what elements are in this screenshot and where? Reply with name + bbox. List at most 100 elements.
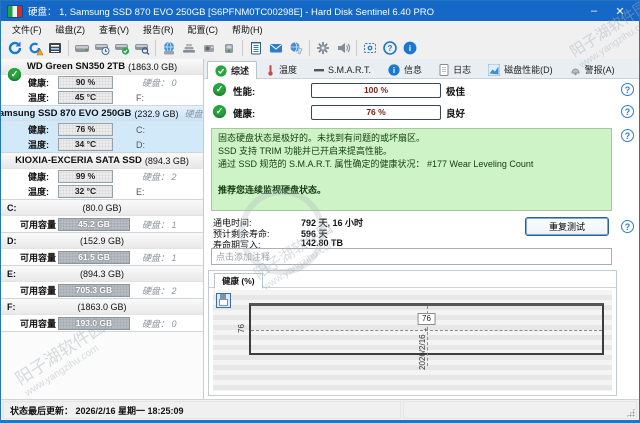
temp-label: 温度: xyxy=(28,185,49,198)
disk-name: KIOXIA-EXCERIA SATA SSD xyxy=(15,155,142,166)
health-bar: 76 % xyxy=(311,105,441,120)
capacity-bar: 705.3 GB xyxy=(58,284,130,297)
minimize-button[interactable]: – xyxy=(581,5,607,17)
settings-icon[interactable] xyxy=(313,39,333,57)
partition-item-e[interactable]: E:(894.3 GB) 可用容量 705.3 GB 硬盘： 2 xyxy=(1,266,203,299)
chart-tab-line xyxy=(209,287,616,288)
drive-letter: C: xyxy=(136,125,145,135)
disk-header: Samsung SSD 870 EVO 250GB (232.9 GB) 硬盘： xyxy=(1,106,203,122)
refresh-icon[interactable] xyxy=(5,39,25,57)
comment-input[interactable]: 点击添加注释 xyxy=(211,248,612,265)
menu-help[interactable]: 帮助(H) xyxy=(225,23,270,36)
drive-icon[interactable] xyxy=(72,39,92,57)
tab-strip: 综述 温度 S.M.A.R.T. i信息 日志 磁盘性能(D) 警报(A) xyxy=(204,59,639,79)
screenshot-icon[interactable] xyxy=(360,39,380,57)
thermometer-icon xyxy=(266,64,275,76)
health-rating: 良好 xyxy=(446,106,465,120)
toolbar-separator xyxy=(155,40,156,56)
drive-letter: F: xyxy=(136,93,144,103)
temp-bar: 34 °C xyxy=(58,138,113,151)
performance-rating: 极佳 xyxy=(446,84,465,98)
partition-item-c[interactable]: C:(80.0 GB) 可用容量 45.2 GB 硬盘： 1 xyxy=(1,200,203,233)
free-space-label: 可用容量 xyxy=(20,251,56,264)
disk-stack-icon[interactable] xyxy=(179,39,199,57)
resize-grip[interactable] xyxy=(626,408,635,417)
capacity-bar: 61.5 GB xyxy=(58,251,130,264)
menu-config[interactable]: 配置(C) xyxy=(181,23,226,36)
disk-surface-icon[interactable] xyxy=(45,39,65,57)
partition-size: (894.3 GB) xyxy=(1,269,203,279)
help-performance-icon[interactable]: ? xyxy=(621,83,634,96)
disk-name: WD Green SN350 2TB xyxy=(27,61,125,72)
drive-clock-icon[interactable] xyxy=(92,39,112,57)
chart-tab-health[interactable]: 健康 (%) xyxy=(214,273,263,289)
tab-overview[interactable]: 综述 xyxy=(207,61,257,79)
drive-search-icon[interactable] xyxy=(132,39,152,57)
help-icon[interactable]: ? xyxy=(380,39,400,57)
help-retest-icon[interactable]: ? xyxy=(621,220,634,233)
drive-letter: D: xyxy=(136,140,145,150)
save-chart-icon[interactable] xyxy=(216,293,231,308)
chart-icon xyxy=(488,64,500,76)
hardware-device-icon[interactable] xyxy=(199,39,219,57)
stat-value: 142.80 TB xyxy=(301,238,343,248)
sounds-icon[interactable] xyxy=(333,39,353,57)
toolbar-separator xyxy=(242,40,243,56)
performance-bar: 100 % xyxy=(311,83,441,98)
performance-label: 性能: xyxy=(233,84,255,98)
tab-temperature[interactable]: 温度 xyxy=(258,60,305,78)
status-line: 通过 SSD 规范的 S.M.A.R.T. 属性确定的健康状况： #177 We… xyxy=(218,158,605,171)
refresh-warning-icon[interactable] xyxy=(25,39,45,57)
disk-item-wd[interactable]: WD Green SN350 2TB (1863.0 GB) ✓ 健康: 90 … xyxy=(1,59,203,106)
document-icon xyxy=(439,64,449,76)
toolbar-separator xyxy=(68,40,69,56)
check-icon xyxy=(215,65,227,77)
tab-smart[interactable]: S.M.A.R.T. xyxy=(306,60,379,78)
network-status-icon[interactable] xyxy=(286,39,306,57)
help-health-icon[interactable]: ? xyxy=(621,105,634,118)
menu-disk[interactable]: 磁盘(Z) xyxy=(49,23,93,36)
health-label: 健康: xyxy=(28,170,49,183)
disk-number: 硬盘： 0 xyxy=(142,76,177,89)
tab-log[interactable]: 日志 xyxy=(431,60,479,78)
email-icon[interactable] xyxy=(266,39,286,57)
disk-number: 硬盘： 2 xyxy=(142,284,177,297)
menu-view[interactable]: 查看(V) xyxy=(92,23,136,36)
title-bar: 硬盘： 1, Samsung SSD 870 EVO 250GB [S6PFNM… xyxy=(1,1,639,21)
usb-device-icon[interactable] xyxy=(219,39,239,57)
close-button[interactable]: ✕ xyxy=(607,5,633,18)
tab-information[interactable]: i信息 xyxy=(380,60,430,78)
help-status-icon[interactable]: ? xyxy=(621,129,634,142)
health-bar: 90 % xyxy=(58,76,113,89)
temp-bar: 45 °C xyxy=(58,91,113,104)
health-bar: 76 % xyxy=(58,123,113,136)
info-circle-icon: i xyxy=(388,64,400,76)
info-icon[interactable]: i xyxy=(400,39,420,57)
chart-point-marker: + xyxy=(424,328,429,333)
window-bottom-edge xyxy=(1,420,639,422)
tab-alerts[interactable]: 警报(A) xyxy=(562,60,623,78)
menu-report[interactable]: 报告(R) xyxy=(136,23,181,36)
capacity-bar: 45.2 GB xyxy=(58,218,130,231)
disk-item-kioxia[interactable]: KIOXIA-EXCERIA SATA SSD (894.3 GB) ✓ 健康:… xyxy=(1,153,203,200)
menu-file[interactable]: 文件(F) xyxy=(5,23,49,36)
health-label: 健康: xyxy=(28,123,49,136)
health-bar: 99 % xyxy=(58,170,113,183)
disk-size: (894.3 GB) xyxy=(145,156,189,166)
app-window: 硬盘： 1, Samsung SSD 870 EVO 250GB [S6PFNM… xyxy=(0,0,640,423)
disk-name: Samsung SSD 870 EVO 250GB xyxy=(1,108,131,119)
partition-item-d[interactable]: D:(152.9 GB) 可用容量 61.5 GB 硬盘： 1 xyxy=(1,233,203,266)
health-chart-panel: 健康 (%) 76 76 + 2026/2/16 xyxy=(208,270,617,396)
disk-item-samsung[interactable]: Samsung SSD 870 EVO 250GB (232.9 GB) 硬盘：… xyxy=(1,106,203,153)
health-ok-icon: ✓ xyxy=(213,105,226,118)
tab-performance[interactable]: 磁盘性能(D) xyxy=(480,60,561,78)
drive-check-icon[interactable] xyxy=(112,39,132,57)
temp-label: 温度: xyxy=(28,91,49,104)
globe-drive-icon[interactable] xyxy=(159,39,179,57)
disk-size: (1863.0 GB) xyxy=(128,62,177,72)
partition-item-f[interactable]: F:(1863.0 GB) 可用容量 193.0 GB 硬盘： 0 xyxy=(1,299,203,332)
report-icon[interactable] xyxy=(246,39,266,57)
toolbar-separator xyxy=(356,40,357,56)
disk-size: (232.9 GB) xyxy=(134,109,178,119)
retest-button[interactable]: 重复测试 xyxy=(525,217,609,236)
